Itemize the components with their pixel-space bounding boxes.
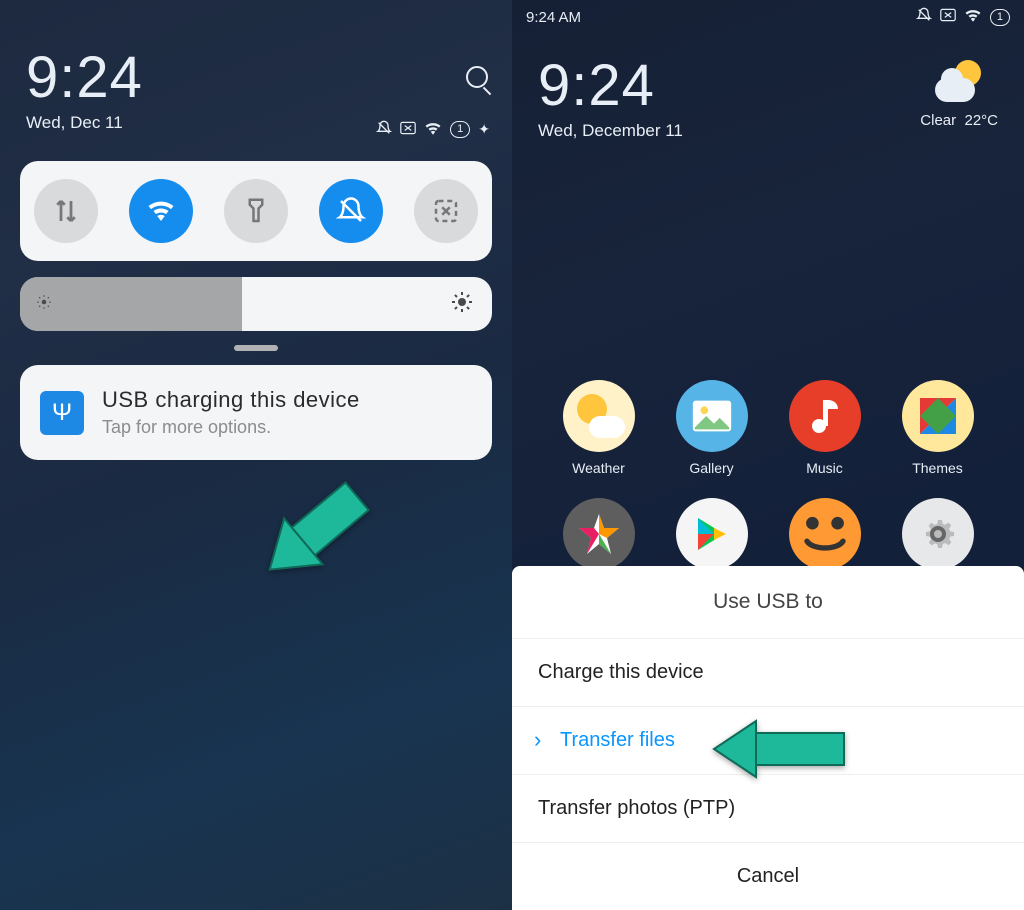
- dnd-status-icon: [916, 7, 932, 27]
- app-label: Themes: [881, 460, 994, 476]
- toggle-mobile-data[interactable]: [34, 179, 98, 243]
- app-label: Weather: [542, 460, 655, 476]
- themes-app-icon: [902, 380, 974, 452]
- notification-header: 9:24 Wed, Dec 11 1 ✦: [0, 0, 512, 151]
- battery-indicator: 1: [990, 9, 1010, 26]
- toggle-flashlight[interactable]: [224, 179, 288, 243]
- brightness-high-icon: [450, 290, 474, 319]
- brightness-fill: [20, 277, 242, 331]
- app-label: Music: [768, 460, 881, 476]
- app-grid: Weather Gallery Music Themes: [512, 380, 1024, 578]
- no-sim-icon: [940, 8, 956, 26]
- toggle-dnd[interactable]: [319, 179, 383, 243]
- statusbar-icons: 1: [916, 7, 1010, 27]
- weather-icon: [935, 58, 983, 106]
- usb-icon: Ψ: [40, 391, 84, 435]
- sheet-title: Use USB to: [512, 566, 1024, 638]
- home-header: 9:24 Wed, December 11 Clear 22°C: [512, 34, 1024, 141]
- usb-cancel-button[interactable]: Cancel: [512, 842, 1024, 910]
- notification-text: USB charging this device Tap for more op…: [102, 387, 360, 438]
- weather-widget[interactable]: Clear 22°C: [920, 58, 998, 129]
- status-icons: 1 ✦: [376, 120, 490, 139]
- smile-app-icon: [789, 498, 861, 570]
- weather-app-icon: [563, 380, 635, 452]
- annotation-arrow-left: [250, 440, 390, 625]
- toggle-wifi[interactable]: [129, 179, 193, 243]
- panel-drag-handle[interactable]: [234, 345, 278, 351]
- battery-level: 1: [457, 122, 463, 137]
- status-bar: 9:24 AM 1: [512, 0, 1024, 34]
- weather-condition: Clear: [920, 112, 956, 129]
- app-themes[interactable]: Themes: [881, 380, 994, 476]
- dnd-status-icon: [376, 120, 392, 139]
- gallery-app-icon: [676, 380, 748, 452]
- notification-subtitle: Tap for more options.: [102, 417, 360, 438]
- app-label: Gallery: [655, 460, 768, 476]
- clock-time: 9:24: [26, 44, 486, 111]
- no-sim-icon: [400, 121, 416, 138]
- wifi-status-icon: [964, 8, 982, 26]
- brightness-slider[interactable]: [20, 277, 492, 331]
- brightness-low-icon: [35, 293, 53, 316]
- battery-indicator: 1: [450, 121, 470, 138]
- app-weather[interactable]: Weather: [542, 380, 655, 476]
- charging-icon: ✦: [478, 121, 490, 138]
- star-app-icon: [563, 498, 635, 570]
- quick-settings-panel: [20, 161, 492, 261]
- clock-time: 9:24: [538, 52, 683, 119]
- app-music[interactable]: Music: [768, 380, 881, 476]
- settings-app-icon: [902, 498, 974, 570]
- statusbar-time: 9:24 AM: [526, 9, 581, 26]
- weather-temp: 22°C: [964, 112, 998, 129]
- clock-date: Wed, December 11: [538, 121, 683, 141]
- phone-notification-panel: 9:24 Wed, Dec 11 1 ✦: [0, 0, 512, 910]
- music-app-icon: [789, 380, 861, 452]
- battery-level: 1: [997, 10, 1003, 25]
- usb-option-charge[interactable]: Charge this device: [512, 638, 1024, 706]
- weather-text: Clear 22°C: [920, 112, 998, 129]
- app-gallery[interactable]: Gallery: [655, 380, 768, 476]
- notification-title: USB charging this device: [102, 387, 360, 413]
- phone-home-screen: 9:24 AM 1 9:24 Wed, December 11: [512, 0, 1024, 910]
- wifi-status-icon: [424, 121, 442, 138]
- search-icon[interactable]: [466, 66, 488, 88]
- play-store-icon: [676, 498, 748, 570]
- annotation-arrow-right: [710, 713, 850, 788]
- toggle-screenshot[interactable]: [414, 179, 478, 243]
